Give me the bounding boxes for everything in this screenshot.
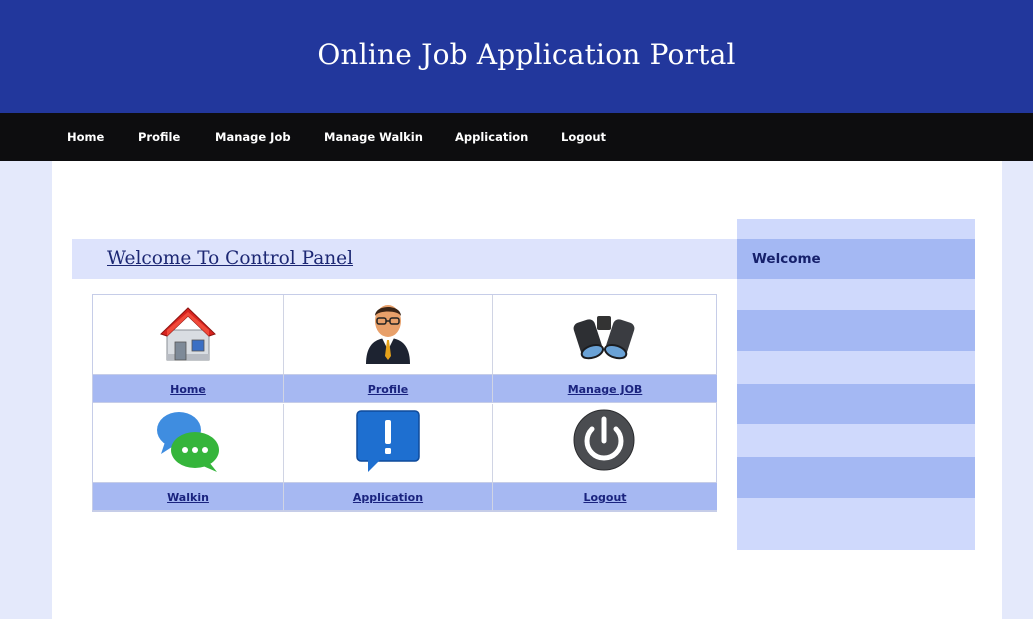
tile-logout-label-cell: Logout [493,482,717,511]
tile-profile-icon-cell[interactable] [284,295,493,374]
tile-profile-label-cell: Profile [284,374,493,403]
power-icon[interactable] [573,409,635,471]
tile-walkin-label-cell: Walkin [93,482,284,511]
tile-manage-job-label-cell: Manage JOB [493,374,717,403]
nav-manage-walkin[interactable]: Manage Walkin [324,130,423,144]
tile-home-label-cell: Home [93,374,284,403]
control-panel-grid: Home Profile Manage JOB Walkin Applicati… [92,294,717,512]
tile-home-link[interactable]: Home [93,383,283,396]
tile-application-label-cell: Application [284,482,493,511]
sidebar-stripe [737,384,975,424]
tile-logout-link[interactable]: Logout [493,491,717,504]
businessman-icon[interactable] [360,300,416,364]
tile-manage-job-icon-cell[interactable] [493,295,717,374]
binoculars-icon[interactable] [571,306,637,362]
chat-bubbles-icon[interactable] [155,408,223,474]
page-title: Welcome To Control Panel [107,248,354,269]
tile-manage-job-link[interactable]: Manage JOB [493,383,717,396]
site-title: Online Job Application Portal [317,38,736,71]
sidebar-stripe [737,310,975,351]
sidebar-title: Welcome [752,251,821,267]
tile-logout-icon-cell[interactable] [493,404,717,482]
nav-logout[interactable]: Logout [561,130,606,144]
tile-walkin-link[interactable]: Walkin [93,491,283,504]
sidebar-stripe [737,457,975,498]
nav-profile[interactable]: Profile [138,130,180,144]
tile-profile-link[interactable]: Profile [284,383,492,396]
tile-walkin-icon-cell[interactable] [93,404,284,482]
tile-application-link[interactable]: Application [284,491,492,504]
nav-manage-job[interactable]: Manage Job [215,130,291,144]
exclamation-bubble-icon[interactable] [356,410,420,474]
house-icon[interactable] [157,302,219,364]
tile-application-icon-cell[interactable] [284,404,493,482]
tile-home-icon-cell[interactable] [93,295,284,374]
nav-application[interactable]: Application [455,130,528,144]
top-navigation: Home Profile Manage Job Manage Walkin Ap… [0,113,1033,161]
nav-home[interactable]: Home [67,130,104,144]
header-banner: Online Job Application Portal [0,0,1033,113]
sidebar: Welcome [737,219,975,550]
